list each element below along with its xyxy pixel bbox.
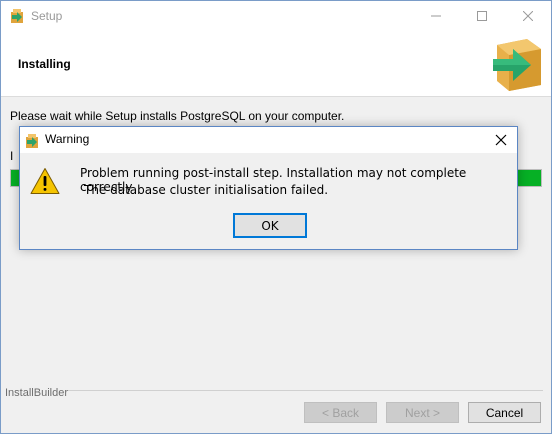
footer-divider — [67, 390, 543, 391]
wizard-header: Installing — [1, 31, 551, 97]
cancel-button[interactable]: Cancel — [468, 402, 541, 423]
minimize-icon — [431, 15, 441, 17]
install-message: Please wait while Setup installs Postgre… — [10, 109, 345, 123]
title-bar[interactable]: Setup — [1, 1, 551, 31]
setup-app-icon — [26, 134, 38, 148]
setup-app-icon — [11, 9, 23, 23]
window-title: Setup — [31, 9, 63, 23]
maximize-icon — [477, 11, 487, 21]
warning-dialog: Warning Problem running post-install ste… — [19, 126, 518, 250]
warning-triangle-icon — [30, 168, 60, 194]
status-label: I — [10, 149, 14, 163]
close-button[interactable] — [505, 1, 551, 31]
ok-button[interactable]: OK — [233, 213, 307, 238]
setup-window: Setup Installing Please wait while Setup… — [0, 0, 552, 434]
minimize-button[interactable] — [413, 1, 459, 31]
back-button[interactable]: < Back — [304, 402, 377, 423]
close-icon[interactable] — [493, 132, 509, 148]
maximize-button[interactable] — [459, 1, 505, 31]
dialog-message-line2: The database cluster initialisation fail… — [84, 183, 329, 197]
close-icon — [523, 11, 533, 21]
install-arrow-box-icon — [493, 39, 541, 91]
dialog-title-bar[interactable]: Warning — [20, 127, 517, 153]
installbuilder-brand: InstallBuilder — [5, 387, 68, 399]
dialog-title: Warning — [45, 132, 90, 146]
next-button[interactable]: Next > — [386, 402, 459, 423]
page-title: Installing — [18, 57, 71, 71]
